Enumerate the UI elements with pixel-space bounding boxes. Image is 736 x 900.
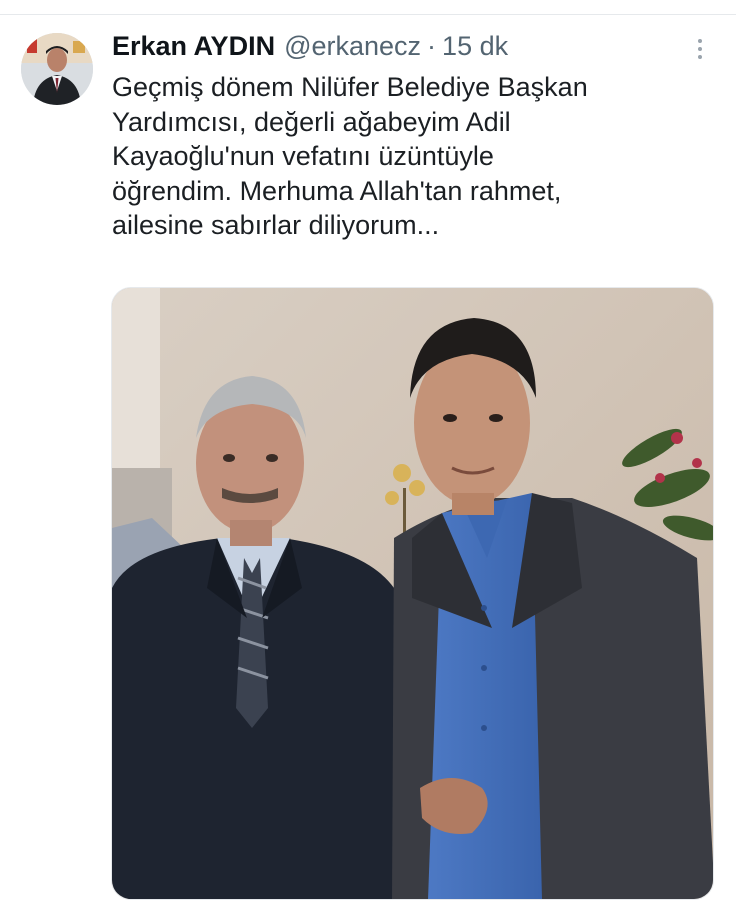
avatar-image <box>21 33 93 105</box>
avatar[interactable] <box>21 33 93 105</box>
more-vertical-icon[interactable] <box>688 34 712 64</box>
tweet-header: Erkan AYDIN @erkanecz · 15 dk <box>112 30 508 62</box>
tweet-timestamp[interactable]: 15 dk <box>442 30 508 62</box>
tweet[interactable]: Erkan AYDIN @erkanecz · 15 dk Geçmiş dön… <box>0 0 736 900</box>
author-handle[interactable]: @erkanecz <box>284 30 421 62</box>
photo-image <box>112 288 713 899</box>
tweet-photo[interactable] <box>111 287 714 900</box>
separator-dot: · <box>427 31 437 61</box>
author-display-name[interactable]: Erkan AYDIN <box>112 30 275 62</box>
tweet-text: Geçmiş dönem Nilüfer Belediye Başkan Yar… <box>112 72 588 240</box>
